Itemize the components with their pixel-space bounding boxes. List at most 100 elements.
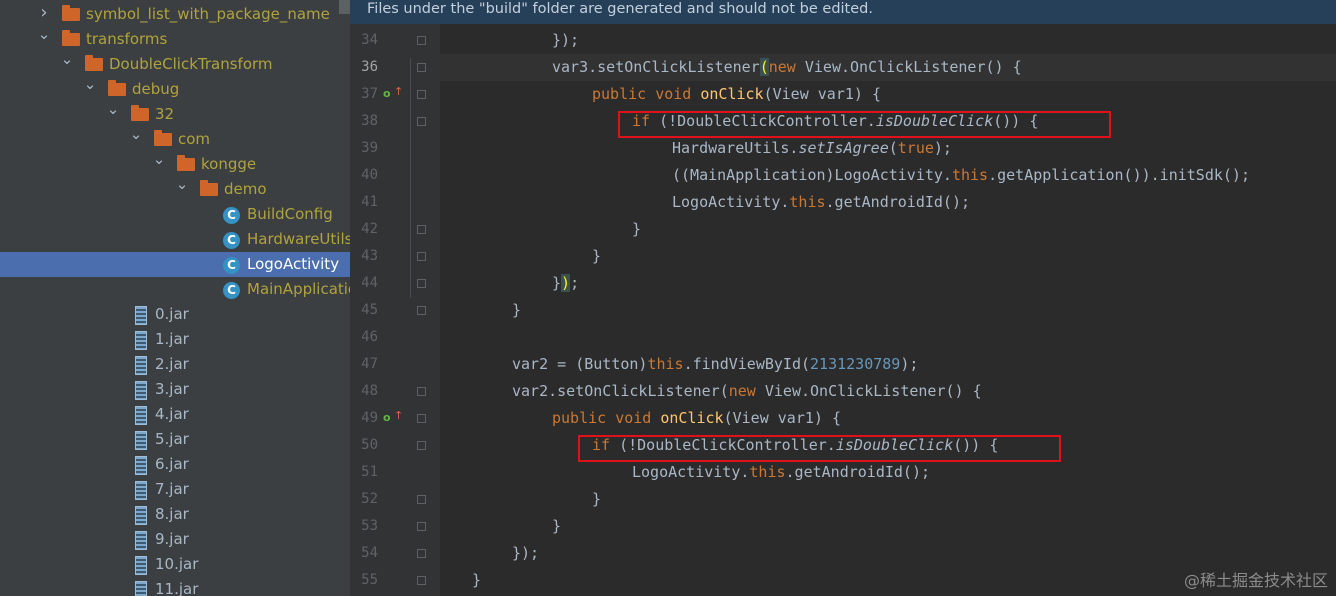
tree-item[interactable]: ⌄ debug [0, 75, 350, 102]
tree-item-label: 0.jar [155, 305, 189, 323]
code-token: }); [512, 544, 540, 562]
code-token: LogoActivity. [672, 193, 790, 211]
chevron-down-icon[interactable]: ⌄ [60, 47, 74, 72]
code-line[interactable]: } [512, 297, 521, 324]
code-token: onClick [660, 409, 724, 427]
tree-item[interactable]: 1.jar [0, 327, 350, 352]
chevron-down-icon[interactable]: ⌄ [106, 97, 120, 122]
code-token: this [951, 166, 989, 184]
fold-marker-icon[interactable] [417, 576, 426, 585]
tree-item-label: 5.jar [155, 430, 189, 448]
fold-marker-icon[interactable] [417, 495, 426, 504]
tree-item[interactable]: 11.jar [0, 577, 350, 596]
fold-marker-icon[interactable] [417, 387, 426, 396]
code-line[interactable]: LogoActivity.this.getAndroidId(); [632, 459, 930, 486]
tree-item-label: 7.jar [155, 480, 189, 498]
tree-item[interactable]: 6.jar [0, 452, 350, 477]
fold-marker-icon[interactable] [417, 252, 426, 261]
code-line[interactable]: } [552, 513, 561, 540]
fold-marker-icon[interactable] [417, 306, 426, 315]
tree-item[interactable]: 0.jar [0, 302, 350, 327]
chevron-down-icon[interactable]: ⌄ [175, 172, 189, 197]
line-number: 53 [361, 518, 378, 534]
code-line[interactable]: } [632, 216, 641, 243]
code-line[interactable]: var2.setOnClickListener(new View.OnClick… [512, 378, 982, 405]
code-token: ( [888, 139, 898, 157]
fold-marker-icon[interactable] [417, 36, 426, 45]
chevron-down-icon[interactable]: ⌄ [83, 72, 97, 97]
tree-item-label: 3.jar [155, 380, 189, 398]
up-arrow-icon: ↑ [394, 85, 404, 98]
tree-item[interactable]: C BuildConfig [0, 202, 350, 227]
tree-item[interactable]: 10.jar [0, 552, 350, 577]
tree-item[interactable]: 5.jar [0, 427, 350, 452]
up-arrow-icon: ↑ [394, 409, 404, 422]
fold-marker-icon[interactable] [417, 225, 426, 234]
code-line[interactable]: }); [512, 540, 539, 567]
code-token: this [647, 355, 684, 373]
code-token: ((MainApplication)LogoActivity. [672, 166, 952, 184]
code-line[interactable]: LogoActivity.this.getAndroidId(); [672, 189, 970, 216]
code-line[interactable]: } [472, 567, 481, 594]
code-token: ); [900, 355, 919, 373]
code-token: }); [552, 31, 580, 49]
tree-item[interactable]: 4.jar [0, 402, 350, 427]
code-editor[interactable]: }); var3.setOnClickListener(new View.OnCl… [440, 24, 1336, 596]
tree-item[interactable]: › symbol_list_with_package_name [0, 2, 350, 27]
tree-item[interactable]: ⌄ transforms [0, 25, 350, 52]
code-token: } [552, 274, 562, 292]
line-number: 37 [361, 86, 378, 102]
line-number: 51 [361, 464, 378, 480]
line-number: 39 [361, 140, 378, 156]
fold-marker-icon[interactable] [417, 279, 426, 288]
class-icon: C [223, 227, 240, 252]
tree-item[interactable]: ⌄ com [0, 125, 350, 152]
tree-item[interactable]: 3.jar [0, 377, 350, 402]
code-line[interactable]: public void onClick(View var1) { [592, 81, 881, 108]
implements-method-icon[interactable]: o [383, 87, 391, 100]
tree-item[interactable]: 9.jar [0, 527, 350, 552]
annotation-highlight-box [578, 435, 1061, 462]
code-line[interactable]: }); [552, 27, 579, 54]
code-line[interactable]: ((MainApplication)LogoActivity.this.getA… [672, 162, 1250, 189]
code-token: (View var1) { [763, 85, 881, 103]
implements-method-icon[interactable]: o [383, 411, 391, 424]
code-token: (View var1) { [723, 409, 841, 427]
tree-item[interactable]: ⌄ demo [0, 175, 350, 202]
code-line[interactable]: }); [552, 270, 579, 297]
tree-item-label: MainApplication [247, 280, 350, 298]
tree-item-label: kongge [201, 155, 257, 173]
line-number: 46 [361, 329, 378, 345]
tree-item[interactable]: C MainApplication [0, 277, 350, 302]
tree-item-label: 11.jar [155, 580, 199, 596]
code-line[interactable]: } [592, 243, 601, 270]
tree-item-label: transforms [86, 30, 168, 48]
tree-item[interactable]: C LogoActivity [0, 252, 350, 277]
fold-marker-icon[interactable] [417, 549, 426, 558]
code-token: new [768, 58, 805, 76]
chevron-down-icon[interactable]: ⌄ [152, 147, 166, 172]
tree-item[interactable]: 7.jar [0, 477, 350, 502]
tree-item[interactable]: 8.jar [0, 502, 350, 527]
tree-item[interactable]: ⌄ DoubleClickTransform [0, 50, 350, 77]
fold-marker-icon[interactable] [417, 414, 426, 423]
tree-item[interactable]: ⌄ 32 [0, 100, 350, 127]
fold-marker-icon[interactable] [417, 522, 426, 531]
fold-marker-icon[interactable] [417, 90, 426, 99]
tree-scrollbar[interactable] [339, 0, 350, 14]
jar-icon [135, 577, 147, 596]
code-line[interactable]: var2 = (Button)this.findViewById(2131230… [512, 351, 918, 378]
chevron-down-icon[interactable]: ⌄ [129, 122, 143, 147]
code-line[interactable]: var3.setOnClickListener(new View.OnClick… [552, 54, 1022, 81]
code-line[interactable]: HardwareUtils.setIsAgree(true); [672, 135, 952, 162]
chevron-down-icon[interactable]: ⌄ [37, 22, 51, 47]
code-line[interactable]: public void onClick(View var1) { [552, 405, 841, 432]
line-number: 43 [361, 248, 378, 264]
fold-marker-icon[interactable] [417, 63, 426, 72]
fold-marker-icon[interactable] [417, 441, 426, 450]
line-number: 47 [361, 356, 378, 372]
tree-item[interactable]: 2.jar [0, 352, 350, 377]
tree-item[interactable]: C HardwareUtils [0, 227, 350, 252]
fold-marker-icon[interactable] [417, 117, 426, 126]
code-line[interactable]: } [592, 486, 601, 513]
